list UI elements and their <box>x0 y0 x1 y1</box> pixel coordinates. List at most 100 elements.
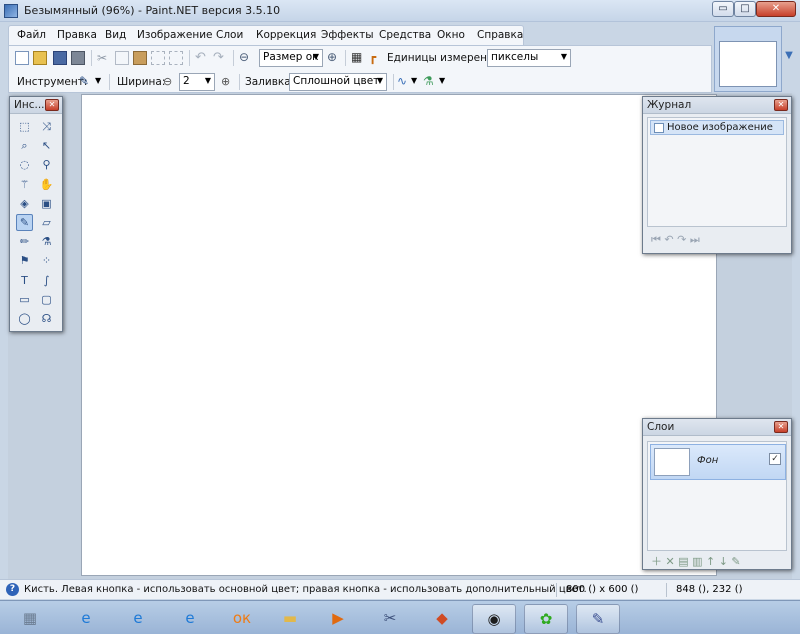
maximize-button[interactable]: □ <box>734 1 756 17</box>
recolor-icon[interactable]: ⁘ <box>38 252 55 269</box>
game-task[interactable]: ◆ <box>420 604 464 634</box>
rectangle-icon[interactable]: ▭ <box>16 291 33 308</box>
lasso-select-icon[interactable]: ⌕ <box>16 137 33 154</box>
chevron-down-icon[interactable]: ▼ <box>95 76 109 90</box>
grid-icon[interactable]: ▦ <box>351 50 365 64</box>
image-size-readout: 800 () x 600 () <box>566 584 639 595</box>
units-select[interactable]: пикселы ▼ <box>487 49 571 67</box>
ellipse-select-icon[interactable]: ◌ <box>16 156 33 173</box>
move-selection-icon[interactable]: ⤨ <box>38 118 55 135</box>
toolbar-separator <box>109 74 110 90</box>
antialiasing-icon[interactable]: ∿ <box>397 74 411 88</box>
redo-icon[interactable]: ↷ <box>213 50 227 65</box>
menu-layers[interactable]: Слои <box>216 29 243 41</box>
menu-view[interactable]: Вид <box>105 29 126 41</box>
icq-task[interactable]: ✿ <box>524 604 568 634</box>
layer-visibility-checkbox[interactable]: ✓ <box>769 453 781 465</box>
history-panel: Журнал ✕ Новое изображение ⏮ ↶ ↷ ⏭ <box>642 96 792 254</box>
ruler-icon[interactable]: ┏ <box>369 50 383 64</box>
pan-icon[interactable]: ✋ <box>38 176 55 193</box>
layers-panel: Слои ✕ Фон ✓ ＋ ✕ ▤ ▥ ↑ ↓ ✎ <box>642 418 792 570</box>
paste-icon[interactable] <box>133 51 147 65</box>
zoom-select[interactable]: Размер ок ▼ <box>259 49 323 67</box>
history-item-new-image[interactable]: Новое изображение <box>650 120 784 135</box>
width-decrease-icon[interactable]: ⊖ <box>163 75 177 89</box>
minimize-button[interactable]: ▭ <box>712 1 734 17</box>
layers-controls[interactable]: ＋ ✕ ▤ ▥ ↑ ↓ ✎ <box>651 553 741 569</box>
layer-thumbnail <box>654 448 690 476</box>
zoom-icon[interactable]: ⚲ <box>38 156 55 173</box>
new-image-icon <box>654 123 664 133</box>
close-button[interactable]: ✕ <box>756 1 796 17</box>
image-tab-thumbnail[interactable] <box>714 26 782 92</box>
calculator-task[interactable]: ▦ <box>8 604 52 634</box>
drawing-canvas[interactable] <box>81 94 717 576</box>
ellipse-icon[interactable]: ◯ <box>16 310 33 327</box>
text-icon[interactable]: T <box>16 272 33 289</box>
blend-mode-icon[interactable]: ⚗ <box>423 74 437 88</box>
folder-task[interactable]: ▬ <box>268 604 312 634</box>
paint-bucket-icon[interactable]: ◈ <box>16 195 33 212</box>
crop-icon[interactable] <box>151 51 165 65</box>
help-icon: ? <box>6 583 19 596</box>
fill-select[interactable]: Сплошной цвет ▼ <box>289 73 387 91</box>
width-increase-icon[interactable]: ⊕ <box>221 75 235 89</box>
tools-panel: Инс... ✕ ⬚ ⤨ ⌕ ↖ ◌ ⚲ ⚚ ✋ ◈ ▣ ✎ ▱ ✏ ⚗ ⚑ ⁘ T ∫ ▭ ▢ ◯ ☊ <box>9 96 63 332</box>
internet-explorer-task-3[interactable]: e <box>168 604 212 634</box>
magic-wand-icon[interactable]: ⚚ <box>16 176 33 193</box>
deselect-icon[interactable] <box>169 51 183 65</box>
video-editor-task[interactable]: ✂ <box>368 604 412 634</box>
menu-effects[interactable]: Эффекты <box>321 29 374 41</box>
toolbar-separator <box>91 50 92 66</box>
odnoklassniki-task[interactable]: ок <box>220 604 264 634</box>
menu-edit[interactable]: Правка <box>57 29 97 41</box>
layers-panel-close-icon[interactable]: ✕ <box>774 421 788 433</box>
internet-explorer-task-2[interactable]: e <box>116 604 160 634</box>
save-icon[interactable] <box>53 51 67 65</box>
menu-window[interactable]: Окно <box>437 29 465 41</box>
paintnet-app-icon[interactable] <box>4 4 18 18</box>
title-bar: Безымянный (96%) - Paint.NET версия 3.5.… <box>0 0 800 22</box>
pencil-icon[interactable]: ✏ <box>16 233 33 250</box>
media-player-task[interactable]: ▶ <box>316 604 360 634</box>
paintbrush-icon[interactable]: ✎ <box>16 214 33 231</box>
rectangle-select-icon[interactable]: ⬚ <box>16 118 33 135</box>
paintnet-task[interactable]: ✎ <box>576 604 620 634</box>
copy-icon[interactable] <box>115 51 129 65</box>
cut-icon[interactable]: ✂ <box>97 51 111 65</box>
width-select[interactable]: 2 ▼ <box>179 73 215 91</box>
clone-stamp-icon[interactable]: ⚑ <box>16 252 33 269</box>
layers-panel-title: Слои <box>643 419 791 436</box>
internet-explorer-task[interactable]: e <box>64 604 108 634</box>
history-panel-close-icon[interactable]: ✕ <box>774 99 788 111</box>
open-file-icon[interactable] <box>33 51 47 65</box>
zoom-value: Размер ок <box>263 51 319 63</box>
color-picker-icon[interactable]: ⚗ <box>38 233 55 250</box>
tools-panel-close-icon[interactable]: ✕ <box>45 99 59 111</box>
image-thumbnail <box>719 41 777 87</box>
undo-icon[interactable]: ↶ <box>195 50 209 65</box>
layer-row-background[interactable]: Фон ✓ <box>650 444 786 480</box>
print-icon[interactable] <box>71 51 85 65</box>
gradient-icon[interactable]: ▣ <box>38 195 55 212</box>
chevron-down-icon[interactable]: ▼ <box>439 76 453 90</box>
new-file-icon[interactable] <box>15 51 29 65</box>
menu-utilities[interactable]: Средства <box>379 29 431 41</box>
eraser-icon[interactable]: ▱ <box>38 214 55 231</box>
history-controls[interactable]: ⏮ ↶ ↷ ⏭ <box>651 233 700 247</box>
units-value: пикселы <box>491 51 539 63</box>
zoom-out-icon[interactable]: ⊖ <box>239 50 253 64</box>
menu-file[interactable]: Файл <box>17 29 46 41</box>
menu-image[interactable]: Изображение <box>137 29 213 41</box>
asrock-task[interactable]: ◉ <box>472 604 516 634</box>
move-selected-icon[interactable]: ↖ <box>38 137 55 154</box>
menu-bar: Файл Правка Вид Изображение Слои Коррекц… <box>8 25 524 45</box>
rounded-rectangle-icon[interactable]: ▢ <box>38 291 55 308</box>
menu-help[interactable]: Справка <box>477 29 523 41</box>
line-curve-icon[interactable]: ∫ <box>38 272 55 289</box>
zoom-in-icon[interactable]: ⊕ <box>327 50 341 64</box>
current-tool-brush-icon[interactable]: ✎ <box>79 74 93 88</box>
image-list-dropdown-icon[interactable]: ▼ <box>782 50 796 68</box>
menu-adjustments[interactable]: Коррекция <box>256 29 316 41</box>
freeform-shape-icon[interactable]: ☊ <box>38 310 55 327</box>
